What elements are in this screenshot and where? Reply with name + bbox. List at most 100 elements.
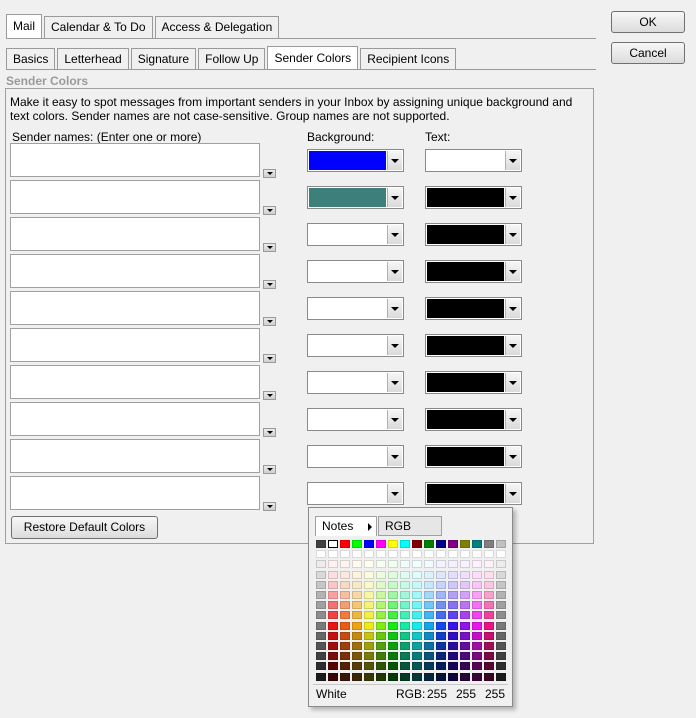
chevron-down-icon[interactable] <box>505 151 520 170</box>
text-color-combo[interactable] <box>425 408 522 431</box>
color-swatch[interactable] <box>448 652 458 661</box>
color-swatch[interactable] <box>376 601 386 610</box>
chevron-down-icon[interactable] <box>387 484 402 503</box>
color-swatch[interactable] <box>364 591 374 599</box>
color-swatch[interactable] <box>400 662 410 671</box>
color-swatch[interactable] <box>400 591 410 599</box>
color-swatch[interactable] <box>424 560 434 569</box>
color-swatch[interactable] <box>436 550 446 559</box>
color-swatch[interactable] <box>496 540 506 548</box>
color-swatch[interactable] <box>328 611 338 620</box>
color-swatch[interactable] <box>424 550 434 559</box>
color-swatch[interactable] <box>412 642 422 650</box>
color-swatch[interactable] <box>352 652 362 661</box>
color-swatch[interactable] <box>436 652 446 661</box>
color-swatch[interactable] <box>328 550 338 559</box>
color-swatch[interactable] <box>364 631 374 640</box>
color-swatch[interactable] <box>328 580 338 589</box>
sender-name-dropdown-arrow[interactable] <box>263 354 276 363</box>
color-swatch[interactable] <box>484 540 494 548</box>
color-swatch[interactable] <box>460 631 470 640</box>
sender-name-dropdown-arrow[interactable] <box>263 428 276 437</box>
color-swatch[interactable] <box>496 652 506 661</box>
color-swatch[interactable] <box>316 621 326 630</box>
color-swatch[interactable] <box>364 580 374 589</box>
color-swatch[interactable] <box>472 601 482 610</box>
background-color-combo[interactable] <box>307 149 404 172</box>
color-swatch[interactable] <box>388 591 398 599</box>
color-swatch[interactable] <box>448 540 458 548</box>
color-swatch[interactable] <box>364 621 374 630</box>
color-swatch[interactable] <box>424 570 434 579</box>
color-swatch[interactable] <box>412 621 422 630</box>
color-swatch[interactable] <box>460 550 470 559</box>
color-swatch[interactable] <box>400 642 410 650</box>
sender-name-input[interactable] <box>10 328 260 362</box>
color-swatch[interactable] <box>340 540 350 548</box>
color-swatch[interactable] <box>448 591 458 599</box>
color-swatch[interactable] <box>484 652 494 661</box>
color-swatch[interactable] <box>376 672 386 681</box>
background-color-combo[interactable] <box>307 260 404 283</box>
cancel-button[interactable]: Cancel <box>611 42 685 64</box>
color-swatch[interactable] <box>388 672 398 681</box>
color-swatch[interactable] <box>496 621 506 630</box>
color-swatch[interactable] <box>328 591 338 599</box>
chevron-down-icon[interactable] <box>505 484 520 503</box>
chevron-down-icon[interactable] <box>387 373 402 392</box>
color-swatch[interactable] <box>484 591 494 599</box>
color-swatch[interactable] <box>400 611 410 620</box>
color-swatch[interactable] <box>352 570 362 579</box>
color-swatch[interactable] <box>412 570 422 579</box>
chevron-down-icon[interactable] <box>387 299 402 318</box>
color-swatch[interactable] <box>472 580 482 589</box>
color-swatch[interactable] <box>400 550 410 559</box>
color-swatch[interactable] <box>460 560 470 569</box>
color-swatch[interactable] <box>424 642 434 650</box>
tab-sender-colors[interactable]: Sender Colors <box>267 46 359 70</box>
color-swatch[interactable] <box>448 560 458 569</box>
color-swatch[interactable] <box>412 560 422 569</box>
color-swatch[interactable] <box>352 550 362 559</box>
background-color-combo[interactable] <box>307 334 404 357</box>
color-swatch[interactable] <box>460 540 470 548</box>
color-swatch[interactable] <box>352 540 362 548</box>
color-swatch[interactable] <box>484 550 494 559</box>
color-swatch[interactable] <box>436 601 446 610</box>
color-swatch[interactable] <box>460 672 470 681</box>
color-swatch[interactable] <box>496 601 506 610</box>
color-swatch[interactable] <box>316 672 326 681</box>
color-swatch[interactable] <box>388 631 398 640</box>
color-swatch[interactable] <box>496 580 506 589</box>
color-swatch[interactable] <box>460 621 470 630</box>
color-swatch[interactable] <box>424 580 434 589</box>
sender-name-dropdown-arrow[interactable] <box>263 206 276 215</box>
color-swatch[interactable] <box>472 560 482 569</box>
color-swatch[interactable] <box>316 662 326 671</box>
sender-name-dropdown-arrow[interactable] <box>263 243 276 252</box>
tab-recipient-icons[interactable]: Recipient Icons <box>360 48 457 70</box>
color-swatch[interactable] <box>424 631 434 640</box>
color-swatch[interactable] <box>496 591 506 599</box>
color-swatch[interactable] <box>364 652 374 661</box>
color-swatch[interactable] <box>448 601 458 610</box>
background-color-combo[interactable] <box>307 445 404 468</box>
chevron-down-icon[interactable] <box>387 447 402 466</box>
color-swatch[interactable] <box>388 642 398 650</box>
color-swatch[interactable] <box>436 540 446 548</box>
color-swatch[interactable] <box>352 601 362 610</box>
color-swatch[interactable] <box>496 611 506 620</box>
color-swatch[interactable] <box>448 621 458 630</box>
color-swatch[interactable] <box>484 621 494 630</box>
color-swatch[interactable] <box>388 662 398 671</box>
color-swatch[interactable] <box>484 601 494 610</box>
color-swatch[interactable] <box>448 550 458 559</box>
color-swatch[interactable] <box>388 601 398 610</box>
color-swatch[interactable] <box>388 570 398 579</box>
color-swatch[interactable] <box>352 580 362 589</box>
color-swatch[interactable] <box>472 570 482 579</box>
color-swatch[interactable] <box>376 642 386 650</box>
text-color-combo[interactable] <box>425 223 522 246</box>
color-swatch[interactable] <box>364 540 374 548</box>
text-color-combo[interactable] <box>425 260 522 283</box>
